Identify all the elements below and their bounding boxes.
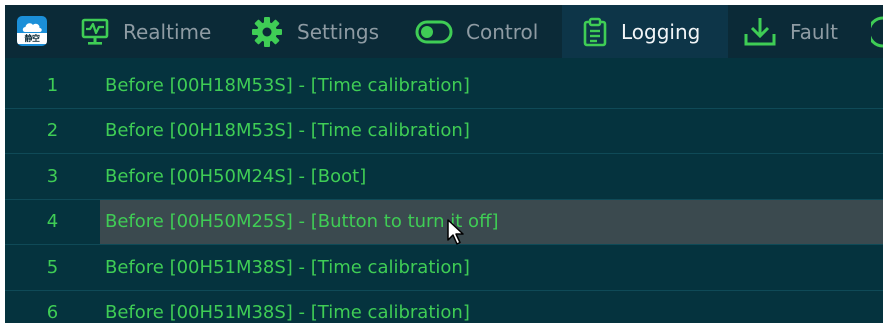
log-message: Before [00H51M38S] - [Time calibration] [105,256,470,278]
log-row[interactable]: 3 Before [00H50M24S] - [Boot] [5,154,883,200]
row-number: 1 [46,74,59,96]
app-window: 静空 Realtime Settings Control Logging Fau… [5,5,883,323]
log-row[interactable]: 1 Before [00H18M53S] - [Time calibration… [5,63,883,109]
log-row[interactable]: 5 Before [00H51M38S] - [Time calibration… [5,245,883,291]
log-message: Before [00H18M53S] - [Time calibration] [105,74,470,96]
tab-settings[interactable]: Settings [250,5,379,58]
row-number: 2 [46,120,59,142]
log-message: Before [00H18M53S] - [Time calibration] [105,120,470,142]
mouse-cursor-icon [447,219,464,245]
log-row[interactable]: 6 Before [00H51M38S] - [Time calibration… [5,291,883,323]
toggle-icon [415,20,453,43]
clipboard-icon [583,17,607,46]
tab-logging[interactable]: Logging [562,5,728,58]
log-message: Before [00H50M24S] - [Boot] [105,165,367,187]
log-row[interactable]: 2 Before [00H18M53S] - [Time calibration… [5,109,883,154]
row-number: 3 [46,165,59,187]
tab-overflow-icon [871,16,883,47]
gear-icon [252,16,282,47]
app-logo[interactable]: 静空 [17,16,47,46]
tab-control[interactable]: Control [415,5,538,58]
tab-fault[interactable]: Fault [743,5,838,58]
monitor-chart-icon [81,18,109,45]
logo-text: 静空 [17,33,47,44]
tab-realtime[interactable]: Realtime [80,5,211,58]
tab-label: Settings [297,19,380,44]
download-icon [744,17,776,45]
row-number: 5 [46,256,59,278]
tab-label: Fault [790,19,838,44]
tab-label: Control [466,19,539,44]
log-list: 1 Before [00H18M53S] - [Time calibration… [5,63,883,323]
row-number: 4 [46,211,59,233]
log-message: Before [00H51M38S] - [Time calibration] [105,302,470,323]
log-row-selected[interactable]: 4 Before [00H50M25S] - [Button to turn i… [5,199,883,245]
tab-label: Realtime [123,19,212,44]
tab-label: Logging [621,19,701,44]
row-number: 6 [46,302,59,323]
tab-overflow[interactable] [871,5,883,58]
top-nav: 静空 Realtime Settings Control Logging Fau… [5,5,883,58]
log-message: Before [00H50M25S] - [Button to turn it … [105,211,499,233]
